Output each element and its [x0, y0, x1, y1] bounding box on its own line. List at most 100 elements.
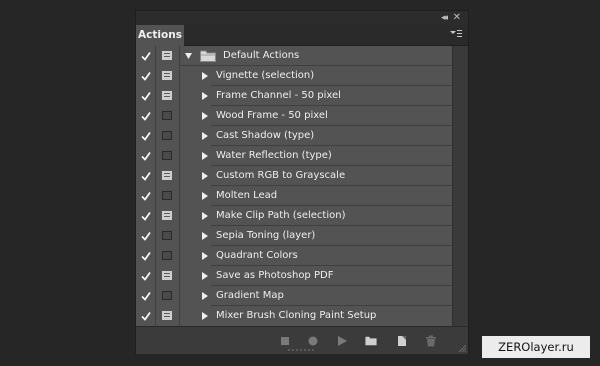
dialog-toggle-icon	[162, 231, 172, 240]
dialog-cell[interactable]	[156, 306, 180, 326]
new-action-icon[interactable]	[396, 335, 408, 347]
action-row[interactable]: Quadrant Colors	[136, 246, 452, 266]
dialog-cell[interactable]	[156, 166, 180, 186]
action-row[interactable]: Wood Frame - 50 pixel	[136, 106, 452, 126]
expand-arrow-icon[interactable]	[202, 152, 208, 160]
new-set-icon[interactable]	[365, 335, 377, 347]
action-row[interactable]: Cast Shadow (type)	[136, 126, 452, 146]
check-icon	[141, 291, 151, 301]
toggle-cell[interactable]	[136, 106, 156, 126]
action-label: Molten Lead	[216, 190, 278, 201]
expand-arrow-icon[interactable]	[202, 112, 208, 120]
dialog-toggle-icon	[162, 251, 172, 260]
toggle-cell[interactable]	[136, 186, 156, 206]
action-row[interactable]: Water Reflection (type)	[136, 146, 452, 166]
expand-arrow-icon[interactable]	[202, 272, 208, 280]
check-icon	[141, 151, 151, 161]
panel-menu-icon[interactable]	[450, 29, 462, 40]
check-icon	[141, 191, 151, 201]
action-label: Custom RGB to Grayscale	[216, 170, 346, 181]
action-label: Frame Channel - 50 pixel	[216, 90, 341, 101]
expand-arrow-icon[interactable]	[202, 172, 208, 180]
expand-arrow-icon[interactable]	[202, 212, 208, 220]
dialog-cell[interactable]	[156, 66, 180, 86]
toggle-cell[interactable]	[136, 206, 156, 226]
close-panel-icon[interactable]: ✕	[453, 12, 461, 24]
toggle-cell[interactable]	[136, 306, 156, 326]
action-row[interactable]: Sepia Toning (layer)	[136, 226, 452, 246]
action-row[interactable]: Save as Photoshop PDF	[136, 266, 452, 286]
toggle-cell[interactable]	[136, 266, 156, 286]
dialog-toggle-icon	[162, 271, 172, 280]
dialog-toggle-icon	[162, 91, 172, 100]
action-row[interactable]: Gradient Map	[136, 286, 452, 306]
stop-icon[interactable]	[279, 335, 291, 347]
resize-grip-icon[interactable]	[288, 349, 316, 352]
dialog-cell[interactable]	[156, 266, 180, 286]
action-row[interactable]: Molten Lead	[136, 186, 452, 206]
dialog-toggle-icon	[162, 131, 172, 140]
dialog-cell[interactable]	[156, 186, 180, 206]
action-label: Mixer Brush Cloning Paint Setup	[216, 310, 377, 321]
set-toggle-cell[interactable]	[136, 46, 156, 66]
dialog-toggle-icon	[162, 311, 172, 320]
dialog-cell[interactable]	[156, 106, 180, 126]
toggle-cell[interactable]	[136, 66, 156, 86]
action-row[interactable]: Make Clip Path (selection)	[136, 206, 452, 226]
dialog-cell[interactable]	[156, 246, 180, 266]
set-dialog-cell[interactable]	[156, 46, 180, 66]
check-icon	[141, 231, 151, 241]
collapse-panel-icon[interactable]: ◂◂	[441, 12, 448, 24]
toggle-cell[interactable]	[136, 126, 156, 146]
expand-arrow-icon[interactable]	[202, 132, 208, 140]
tab-actions[interactable]: Actions	[136, 25, 184, 46]
actions-toolbar	[136, 326, 468, 354]
dialog-cell[interactable]	[156, 126, 180, 146]
action-label: Make Clip Path (selection)	[216, 210, 346, 221]
expand-arrow-icon[interactable]	[202, 72, 208, 80]
action-set-row[interactable]: Default Actions	[136, 46, 452, 66]
expand-arrow-icon[interactable]	[202, 192, 208, 200]
record-icon[interactable]	[307, 335, 319, 347]
toggle-cell[interactable]	[136, 86, 156, 106]
toggle-cell[interactable]	[136, 166, 156, 186]
panel-tab-bar: Actions	[136, 25, 468, 46]
dialog-toggle-icon	[162, 291, 172, 300]
dialog-toggle-icon	[162, 51, 172, 60]
dialog-cell[interactable]	[156, 286, 180, 306]
action-label: Quadrant Colors	[216, 250, 298, 261]
dialog-cell[interactable]	[156, 86, 180, 106]
toggle-cell[interactable]	[136, 146, 156, 166]
expand-arrow-icon[interactable]	[202, 312, 208, 320]
delete-icon[interactable]	[425, 335, 437, 347]
action-label: Sepia Toning (layer)	[216, 230, 316, 241]
toggle-cell[interactable]	[136, 246, 156, 266]
action-row[interactable]: Custom RGB to Grayscale	[136, 166, 452, 186]
expand-arrow-icon[interactable]	[202, 252, 208, 260]
action-row[interactable]: Mixer Brush Cloning Paint Setup	[136, 306, 452, 326]
action-row[interactable]: Vignette (selection)	[136, 66, 452, 86]
play-icon[interactable]	[336, 335, 348, 347]
watermark: ZEROlayer.ru	[482, 336, 590, 358]
dialog-toggle-icon	[162, 191, 172, 200]
check-icon	[141, 111, 151, 121]
dialog-cell[interactable]	[156, 226, 180, 246]
dialog-cell[interactable]	[156, 206, 180, 226]
dialog-cell[interactable]	[156, 146, 180, 166]
resize-corner-icon[interactable]	[458, 344, 466, 352]
action-label: Wood Frame - 50 pixel	[216, 110, 328, 121]
actions-panel: ◂◂ ✕ Actions Default Actions Vignette (s…	[135, 10, 469, 354]
expand-arrow-icon[interactable]	[202, 92, 208, 100]
dialog-toggle-icon	[162, 211, 172, 220]
expand-triangle-icon[interactable]	[185, 53, 192, 59]
dialog-toggle-icon	[162, 171, 172, 180]
action-label: Gradient Map	[216, 290, 284, 301]
scrollbar-track[interactable]	[452, 46, 468, 326]
toggle-cell[interactable]	[136, 286, 156, 306]
toggle-cell[interactable]	[136, 226, 156, 246]
expand-arrow-icon[interactable]	[202, 292, 208, 300]
action-label: Save as Photoshop PDF	[216, 270, 334, 281]
expand-arrow-icon[interactable]	[202, 232, 208, 240]
action-row[interactable]: Frame Channel - 50 pixel	[136, 86, 452, 106]
dialog-toggle-icon	[162, 71, 172, 80]
